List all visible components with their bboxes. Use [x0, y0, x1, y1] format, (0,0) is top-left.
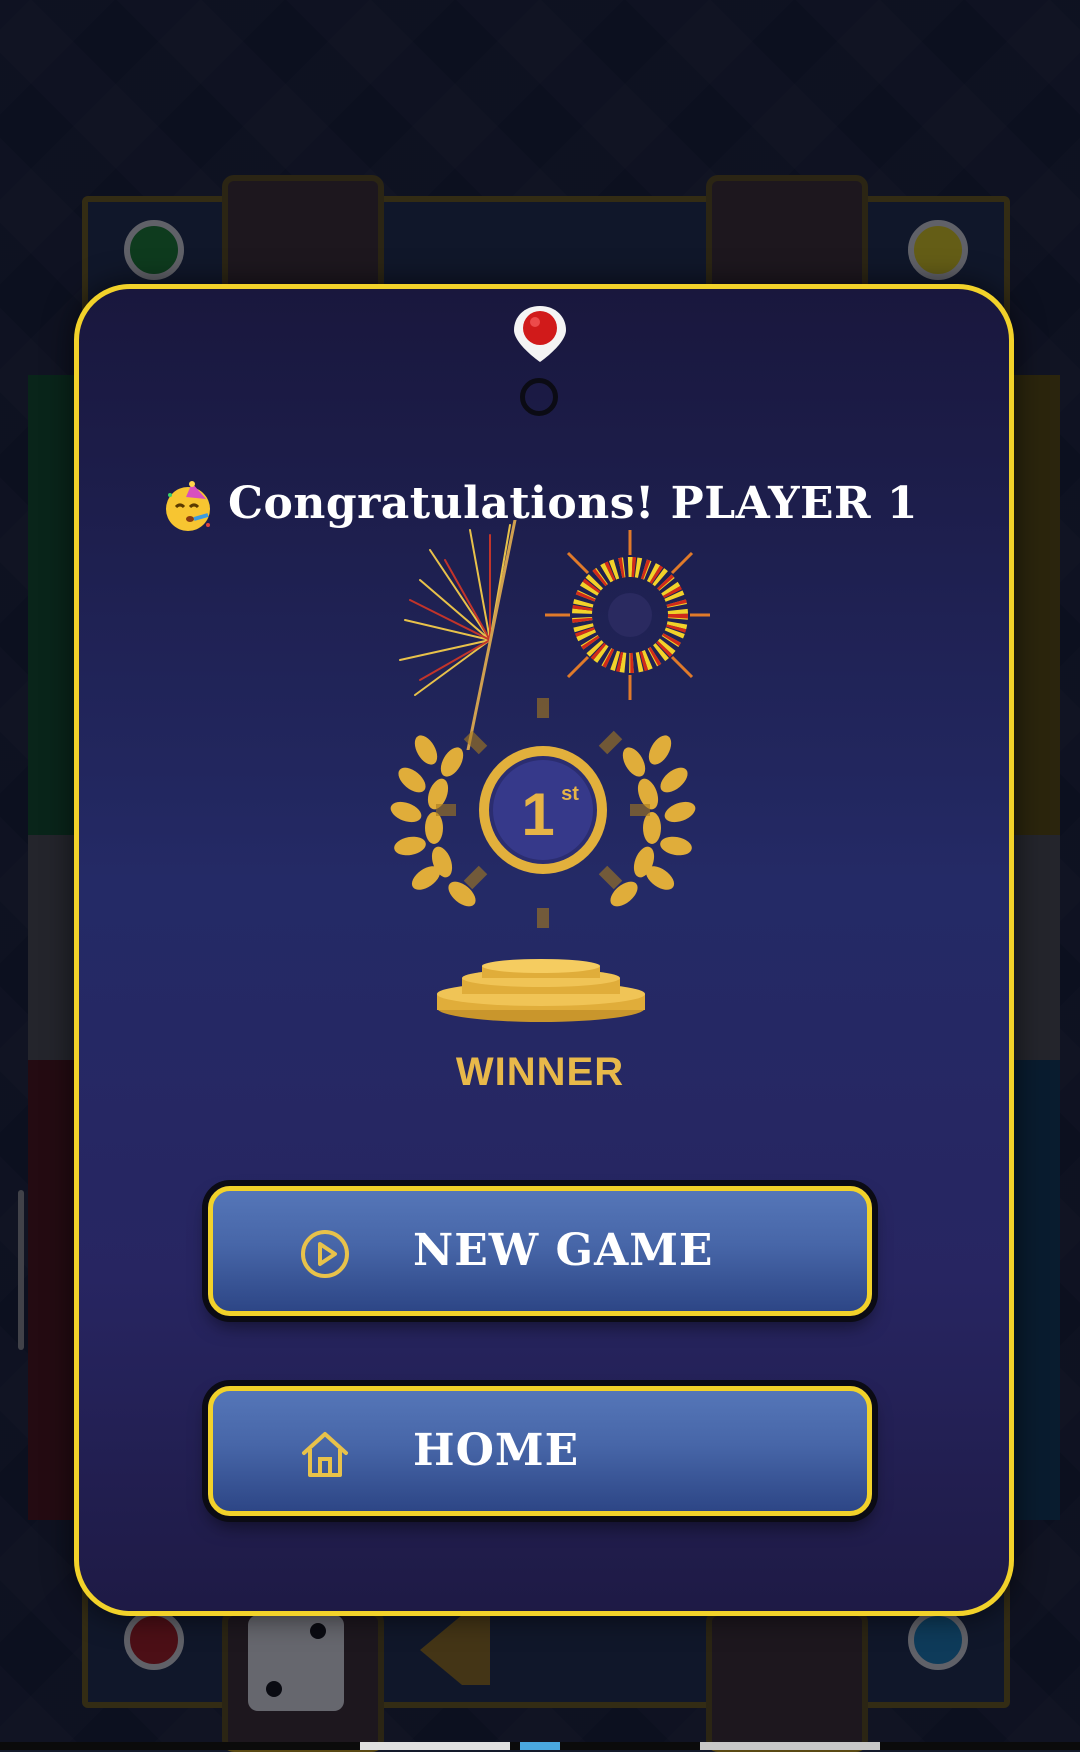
home-button[interactable]: HOME [208, 1386, 872, 1516]
winner-label: WINNER [455, 1050, 625, 1094]
home-label: HOME [413, 1425, 580, 1476]
podium-icon [437, 959, 645, 1022]
new-game-button[interactable]: NEW GAME [208, 1186, 872, 1316]
first-place-laurel-icon: 1 st [390, 698, 696, 928]
play-circle-icon [301, 1230, 349, 1278]
pin-base-ring-icon [520, 378, 558, 416]
partying-face-icon [165, 480, 210, 531]
location-pin-icon [514, 306, 566, 362]
bottom-edge-strip [0, 1742, 1080, 1750]
new-game-label: NEW GAME [413, 1225, 714, 1276]
home-icon [302, 1432, 348, 1477]
rank-suffix: st [561, 783, 579, 805]
rank-number: 1 [521, 781, 554, 848]
